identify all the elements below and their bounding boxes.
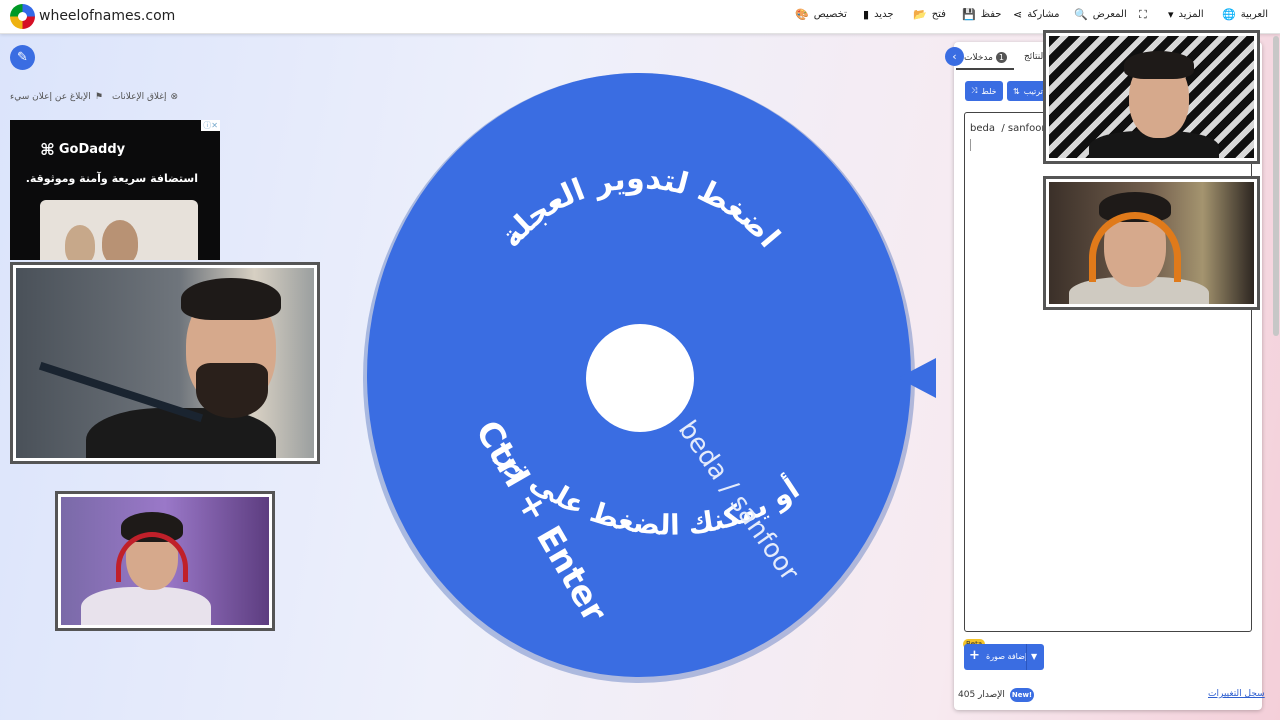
ad-brand-label: GoDaddy bbox=[58, 142, 126, 157]
report-ad-label: الإبلاغ عن إعلان سيء bbox=[10, 92, 91, 102]
nav-new-label: جديد bbox=[874, 9, 894, 20]
ad-vase-image bbox=[65, 225, 95, 260]
wheel-center[interactable] bbox=[586, 324, 694, 432]
nav-new[interactable]: ▮ جديد bbox=[863, 9, 894, 20]
godaddy-logo-icon: ⌘ bbox=[40, 140, 55, 159]
person-hair bbox=[1124, 51, 1194, 79]
button-divider bbox=[1026, 644, 1027, 670]
webcam-overlay bbox=[1043, 176, 1260, 310]
advertisement[interactable]: ⓘ✕ ⌘ GoDaddy استضافة سريعة وآمنة وموثوقة… bbox=[10, 120, 220, 260]
headset bbox=[1089, 212, 1181, 282]
save-icon: 💾 bbox=[962, 8, 976, 21]
globe-icon: 🌐 bbox=[1222, 8, 1236, 21]
nav-open-label: فتح bbox=[931, 9, 946, 20]
tab-results-label: النتائج bbox=[1024, 52, 1046, 62]
report-ad-link[interactable]: الإبلاغ عن إعلان سيء ⚑ bbox=[10, 92, 103, 102]
chevron-left-icon: ‹ bbox=[952, 50, 957, 63]
close-ads-label: إغلاق الإعلانات bbox=[112, 92, 167, 102]
nav-share-label: مشاركة bbox=[1027, 9, 1060, 20]
wheel[interactable]: اضغط لتدوير العجلة أو يمكنك الضغط على زر… bbox=[360, 70, 920, 690]
nav-customize-label: تخصيص bbox=[813, 9, 847, 20]
flag-icon: ⚑ bbox=[94, 92, 103, 102]
ad-tagline: استضافة سريعة وآمنة وموثوقة. bbox=[25, 172, 198, 185]
top-bar: wheelofnames.com 🎨 تخصيص ▮ جديد 📂 فتح 💾 … bbox=[0, 0, 1280, 34]
ad-vase-image bbox=[102, 220, 138, 260]
adchoices-icon[interactable]: ⓘ✕ bbox=[201, 120, 220, 131]
changelog-link[interactable]: سجل التغييرات bbox=[1208, 689, 1265, 699]
chevron-down-icon: ▾ bbox=[1168, 8, 1174, 21]
version-label: الإصدار 405 bbox=[958, 690, 1005, 700]
person-beard bbox=[196, 363, 268, 418]
nav-open[interactable]: 📂 فتح bbox=[913, 9, 946, 20]
sort-label: ترتيب bbox=[1023, 86, 1043, 96]
add-image-label: إضافة صورة bbox=[986, 652, 1028, 661]
entries-count-badge: 1 bbox=[995, 52, 1007, 63]
chevron-down-icon[interactable]: ▼ bbox=[1031, 652, 1037, 661]
webcam-overlay bbox=[10, 262, 320, 464]
new-badge[interactable]: New! bbox=[1010, 688, 1034, 702]
nav-customize[interactable]: 🎨 تخصيص bbox=[795, 9, 847, 20]
tab-entries-label: مدخلات bbox=[964, 52, 993, 63]
webcam-overlay bbox=[55, 491, 275, 631]
shuffle-icon: ⤨ bbox=[971, 86, 978, 95]
active-tab-indicator bbox=[956, 68, 1014, 70]
fullscreen-icon: ⛶ bbox=[1139, 8, 1147, 21]
nav-more-label: المزيد bbox=[1178, 9, 1204, 20]
person-body bbox=[81, 587, 211, 625]
search-icon: 🔍 bbox=[1074, 8, 1088, 21]
wheel-logo-icon[interactable] bbox=[10, 4, 35, 29]
person-hair bbox=[181, 278, 281, 320]
site-name[interactable]: wheelofnames.com bbox=[39, 8, 175, 24]
wheel-pointer-icon bbox=[898, 358, 936, 398]
edit-button[interactable]: ✎ bbox=[10, 45, 35, 70]
entry-line: beda / sanfoor bbox=[970, 123, 1046, 134]
nav-language[interactable]: 🌐 العربية bbox=[1222, 9, 1268, 20]
nav-language-label: العربية bbox=[1240, 9, 1269, 20]
palette-icon: 🎨 bbox=[795, 8, 809, 21]
shuffle-button[interactable]: ⤨ خلط bbox=[965, 81, 1003, 101]
folder-icon: 📂 bbox=[913, 8, 927, 21]
page-scrollbar[interactable] bbox=[1273, 36, 1279, 336]
tab-results[interactable]: النتائج bbox=[1024, 52, 1046, 62]
sort-icon: ⇅ bbox=[1013, 86, 1020, 96]
webcam-overlay bbox=[1043, 30, 1260, 164]
nav-gallery[interactable]: 🔍 المعرض bbox=[1074, 9, 1127, 20]
sort-button[interactable]: ⇅ ترتيب bbox=[1007, 81, 1049, 101]
close-circle-icon: ⊗ bbox=[170, 92, 179, 102]
collapse-panel-button[interactable]: ‹ bbox=[945, 47, 964, 66]
tab-entries[interactable]: مدخلات 1 bbox=[964, 52, 1007, 63]
share-icon: ⋖ bbox=[1013, 8, 1023, 21]
pencil-icon: ✎ bbox=[17, 50, 28, 65]
ad-brand: ⌘ GoDaddy bbox=[40, 140, 125, 159]
nav-save[interactable]: 💾 حفظ bbox=[962, 9, 1001, 20]
add-image-button[interactable]: + إضافة صورة ▼ bbox=[964, 644, 1044, 670]
nav-share[interactable]: ⋖ مشاركة bbox=[1013, 9, 1060, 20]
nav-fullscreen[interactable]: ⛶ bbox=[1139, 9, 1147, 20]
nav-gallery-label: المعرض bbox=[1092, 9, 1127, 20]
nav-more[interactable]: ▾ المزيد bbox=[1168, 9, 1204, 20]
file-icon: ▮ bbox=[863, 8, 870, 21]
nav-save-label: حفظ bbox=[980, 9, 1002, 20]
close-ads-link[interactable]: إغلاق الإعلانات ⊗ bbox=[112, 92, 178, 102]
plus-icon: + bbox=[969, 648, 980, 663]
text-caret bbox=[970, 139, 971, 151]
shuffle-label: خلط bbox=[981, 86, 997, 96]
